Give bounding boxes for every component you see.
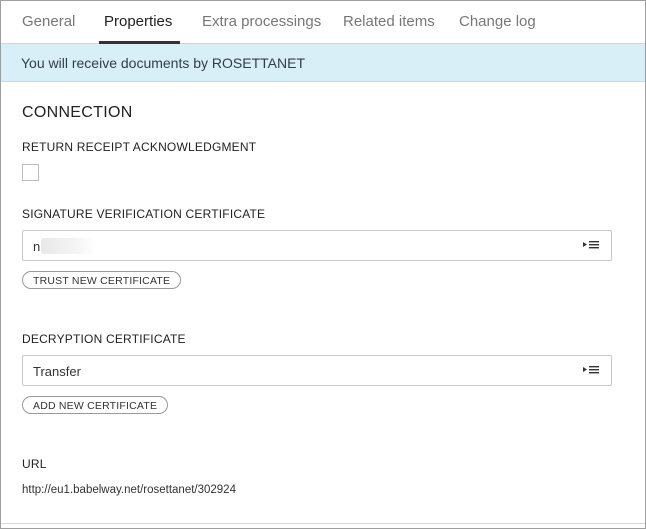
tab-change-log[interactable]: Change log (459, 13, 536, 30)
add-new-certificate-button[interactable]: ADD NEW CERTIFICATE (22, 396, 169, 414)
tab-bar: General Properties Extra processings Rel… (1, 1, 645, 44)
signature-cert-select[interactable]: n (22, 230, 612, 261)
return-receipt-label: RETURN RECEIPT ACKNOWLEDGMENT (22, 140, 257, 154)
signature-cert-value: n (33, 239, 41, 254)
redacted-text (41, 238, 97, 254)
decryption-cert-label: DECRYPTION CERTIFICATE (22, 332, 186, 346)
tab-general[interactable]: General (22, 13, 75, 30)
signature-cert-label: SIGNATURE VERIFICATION CERTIFICATE (22, 207, 266, 221)
decryption-cert-value: Transfer (33, 364, 81, 379)
url-value[interactable]: http://eu1.babelway.net/rosettanet/30292… (22, 484, 236, 496)
trust-new-certificate-button[interactable]: TRUST NEW CERTIFICATE (22, 271, 182, 289)
tab-related-items[interactable]: Related items (343, 13, 435, 30)
url-label: URL (22, 457, 47, 471)
info-banner: You will receive documents by ROSETTANET (1, 44, 645, 82)
decryption-cert-select[interactable]: Transfer (22, 355, 612, 386)
list-select-icon[interactable] (583, 240, 599, 252)
tab-properties[interactable]: Properties (104, 13, 172, 30)
divider (1, 523, 645, 524)
info-banner-text: You will receive documents by ROSETTANET (21, 55, 305, 71)
properties-panel: General Properties Extra processings Rel… (0, 0, 646, 529)
list-select-icon[interactable] (583, 365, 599, 377)
section-title-connection: CONNECTION (22, 104, 133, 121)
return-receipt-checkbox[interactable] (22, 164, 39, 181)
tab-extra-processings[interactable]: Extra processings (202, 13, 321, 30)
